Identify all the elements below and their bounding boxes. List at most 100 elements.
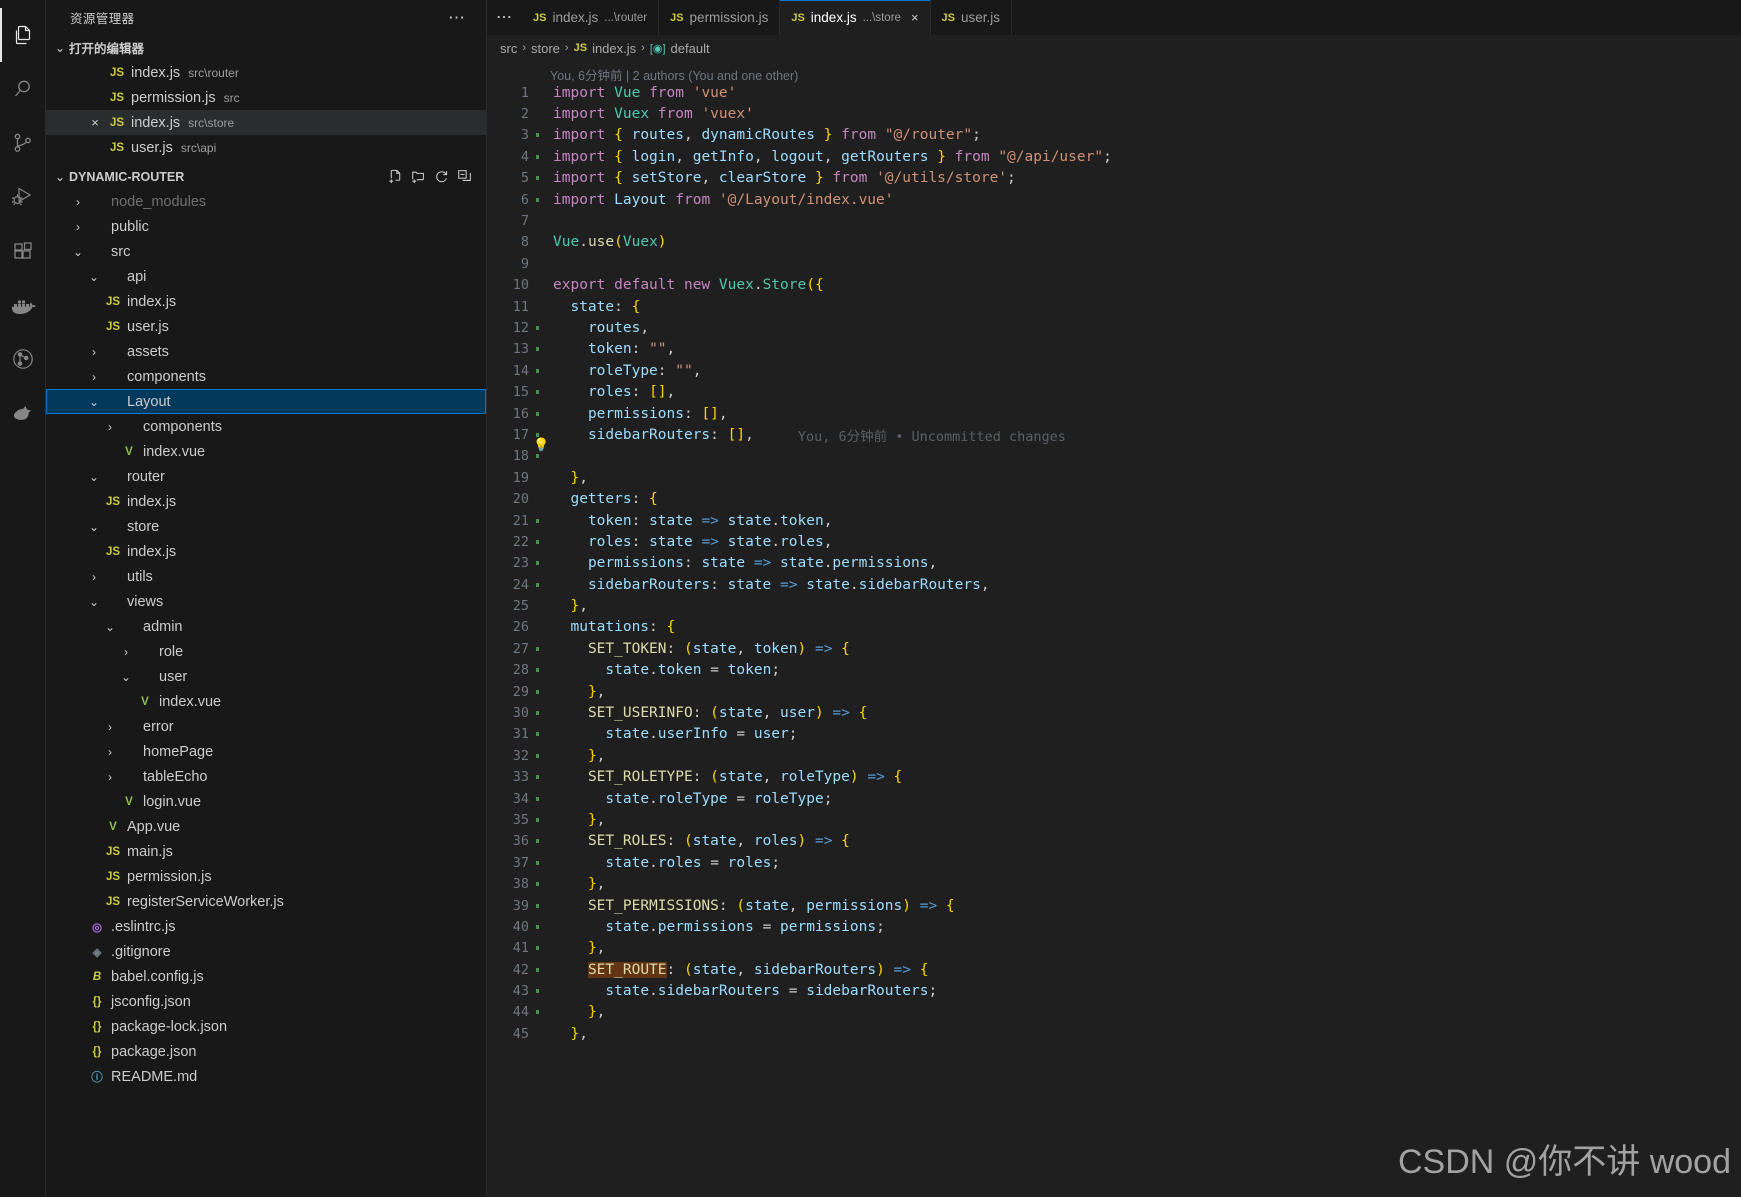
chevron-right-icon[interactable]: › xyxy=(102,745,118,759)
activity-item-extensions[interactable] xyxy=(0,224,46,278)
close-editor-icon[interactable]: × xyxy=(84,115,106,130)
chevron-down-icon[interactable]: ⌄ xyxy=(118,670,134,684)
tree-file[interactable]: >JSindex.js xyxy=(46,489,486,514)
code-line[interactable]: 7 xyxy=(487,210,1741,231)
chevron-right-icon[interactable]: › xyxy=(102,420,118,434)
activity-item-explorer[interactable] xyxy=(0,8,46,62)
code-line[interactable]: 30 SET_USERINFO: (state, user) => { xyxy=(487,702,1741,723)
code-line[interactable]: 16 permissions: [], xyxy=(487,403,1741,424)
code-line[interactable]: 43 state.sidebarRouters = sidebarRouters… xyxy=(487,980,1741,1001)
code-line[interactable]: 32 }, xyxy=(487,745,1741,766)
tree-folder[interactable]: › public xyxy=(46,214,486,239)
tree-file[interactable]: >JSregisterServiceWorker.js xyxy=(46,889,486,914)
code-line[interactable]: 44 }, xyxy=(487,1002,1741,1023)
code-line[interactable]: 29 }, xyxy=(487,681,1741,702)
tabs-overflow-icon[interactable]: ⋯ xyxy=(487,0,522,35)
breadcrumb-file[interactable]: index.js xyxy=(592,41,636,56)
chevron-down-icon[interactable]: ⌄ xyxy=(86,470,102,484)
open-editor-item[interactable]: JS user.js src\api xyxy=(46,135,486,160)
tree-file[interactable]: >Vindex.vue xyxy=(46,689,486,714)
activity-item-source-control[interactable] xyxy=(0,116,46,170)
code-line[interactable]: 6 import Layout from '@/Layout/index.vue' xyxy=(487,189,1741,210)
chevron-right-icon[interactable]: › xyxy=(86,345,102,359)
tree-folder[interactable]: › role xyxy=(46,639,486,664)
tree-folder[interactable]: › tableEcho xyxy=(46,764,486,789)
code-line[interactable]: 27 SET_TOKEN: (state, token) => { xyxy=(487,638,1741,659)
code-line[interactable]: 37 state.roles = roles; xyxy=(487,852,1741,873)
code-line[interactable]: 41 }, xyxy=(487,938,1741,959)
code-line[interactable]: 3 import { routes, dynamicRoutes } from "… xyxy=(487,125,1741,146)
tree-folder[interactable]: ⌄ store xyxy=(46,514,486,539)
open-editors-header[interactable]: ⌄ 打开的编辑器 xyxy=(46,35,486,60)
tree-file[interactable]: >JSindex.js xyxy=(46,539,486,564)
new-file-icon[interactable] xyxy=(388,169,403,184)
chevron-down-icon[interactable]: ⌄ xyxy=(70,245,86,259)
chevron-right-icon[interactable]: › xyxy=(118,645,134,659)
activity-item-todo-tree[interactable] xyxy=(0,386,46,440)
code-line[interactable]: 17 💡 sidebarRouters: [], You, 6分钟前 • Uncom… xyxy=(487,424,1741,453)
chevron-down-icon[interactable]: ⌄ xyxy=(86,595,102,609)
activity-item-search[interactable] xyxy=(0,62,46,116)
code-line[interactable]: 24 sidebarRouters: state => state.sideba… xyxy=(487,574,1741,595)
tree-folder[interactable]: ⌄ Layout xyxy=(46,389,486,414)
code-line[interactable]: 31 state.userInfo = user; xyxy=(487,724,1741,745)
tree-file[interactable]: >JSindex.js xyxy=(46,289,486,314)
tree-folder[interactable]: › components xyxy=(46,414,486,439)
tree-file[interactable]: >Vindex.vue xyxy=(46,439,486,464)
project-header[interactable]: ⌄ DYNAMIC-ROUTER xyxy=(46,164,486,189)
tree-folder[interactable]: ⌄ user xyxy=(46,664,486,689)
chevron-right-icon[interactable]: › xyxy=(86,370,102,384)
chevron-down-icon[interactable]: ⌄ xyxy=(86,395,102,409)
tree-file[interactable]: >{}package-lock.json xyxy=(46,1014,486,1039)
tree-folder[interactable]: ⌄ src xyxy=(46,239,486,264)
code-line[interactable]: 12 routes, xyxy=(487,317,1741,338)
chevron-right-icon[interactable]: › xyxy=(70,220,86,234)
code-line[interactable]: 2 import Vuex from 'vuex' xyxy=(487,103,1741,124)
editor-tab[interactable]: JS permission.js xyxy=(659,0,781,35)
breadcrumb-symbol[interactable]: default xyxy=(671,41,710,56)
code-line[interactable]: 8 Vue.use(Vuex) xyxy=(487,232,1741,253)
editor-tab[interactable]: JS index.js ...\store × xyxy=(780,0,931,35)
code-line[interactable]: 25 }, xyxy=(487,595,1741,616)
code-line[interactable]: 1 import Vue from 'vue' xyxy=(487,82,1741,103)
chevron-right-icon[interactable]: › xyxy=(86,570,102,584)
code-line[interactable]: 14 roleType: "", xyxy=(487,360,1741,381)
breadcrumb-store[interactable]: store xyxy=(531,41,560,56)
code-line[interactable]: 34 state.roleType = roleType; xyxy=(487,788,1741,809)
chevron-right-icon[interactable]: › xyxy=(102,720,118,734)
code-line[interactable]: 23 permissions: state => state.permissio… xyxy=(487,553,1741,574)
code-editor[interactable]: You, 6分钟前 | 2 authors (You and one other… xyxy=(487,61,1741,1197)
code-scroll-area[interactable]: You, 6分钟前 | 2 authors (You and one other… xyxy=(487,61,1741,1197)
code-line[interactable]: 18 xyxy=(487,446,1741,467)
chevron-right-icon[interactable]: › xyxy=(102,770,118,784)
collapse-all-icon[interactable] xyxy=(457,169,472,184)
open-editor-item[interactable]: JS index.js src\router xyxy=(46,60,486,85)
code-line[interactable]: 21 token: state => state.token, xyxy=(487,510,1741,531)
code-line[interactable]: 33 SET_ROLETYPE: (state, roleType) => { xyxy=(487,767,1741,788)
code-line[interactable]: 15 roles: [], xyxy=(487,381,1741,402)
code-line[interactable]: 5 import { setStore, clearStore } from '@… xyxy=(487,168,1741,189)
code-line[interactable]: 10 export default new Vuex.Store({ xyxy=(487,275,1741,296)
code-line[interactable]: 4 import { login, getInfo, logout, getRou… xyxy=(487,146,1741,167)
tree-file[interactable]: >JSpermission.js xyxy=(46,864,486,889)
tree-file[interactable]: >JSuser.js xyxy=(46,314,486,339)
code-line[interactable]: 36 SET_ROLES: (state, roles) => { xyxy=(487,831,1741,852)
code-line[interactable]: 28 state.token = token; xyxy=(487,660,1741,681)
tree-file[interactable]: >VApp.vue xyxy=(46,814,486,839)
code-line[interactable]: 45 }, xyxy=(487,1023,1741,1044)
code-line[interactable]: 22 roles: state => state.roles, xyxy=(487,531,1741,552)
tree-file[interactable]: >{}jsconfig.json xyxy=(46,989,486,1014)
new-folder-icon[interactable] xyxy=(411,169,426,184)
code-line[interactable]: 13 token: "", xyxy=(487,339,1741,360)
code-line[interactable]: 35 }, xyxy=(487,809,1741,830)
code-line[interactable]: 39 SET_PERMISSIONS: (state, permissions)… xyxy=(487,895,1741,916)
tree-folder[interactable]: ⌄ router xyxy=(46,464,486,489)
activity-item-gitlens[interactable] xyxy=(0,332,46,386)
tree-folder[interactable]: › node_modules xyxy=(46,189,486,214)
activity-item-run-and-debug[interactable] xyxy=(0,170,46,224)
tree-file[interactable]: >◈.gitignore xyxy=(46,939,486,964)
chevron-down-icon[interactable]: ⌄ xyxy=(102,620,118,634)
sidebar-more-actions-icon[interactable]: ⋯ xyxy=(448,9,466,26)
chevron-right-icon[interactable]: › xyxy=(70,195,86,209)
tree-folder[interactable]: › error xyxy=(46,714,486,739)
